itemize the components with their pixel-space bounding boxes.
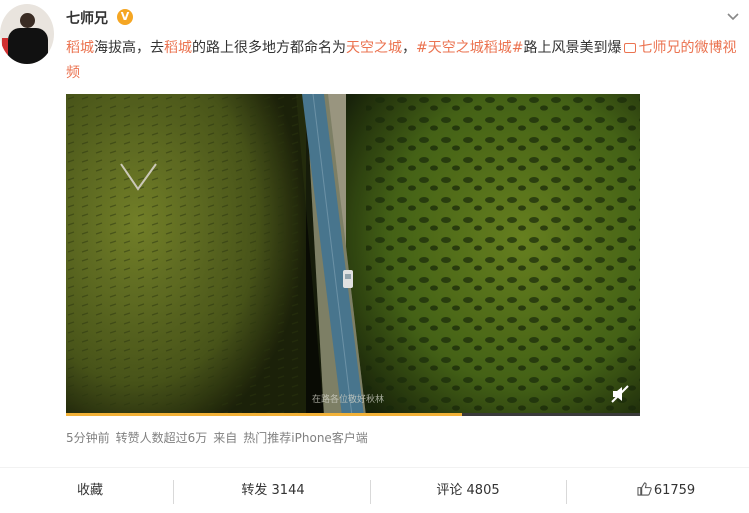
divider xyxy=(173,480,174,504)
video-player[interactable]: 在路各位敬好秋林 xyxy=(66,94,640,416)
thumbs-up-icon xyxy=(637,482,652,496)
progress-bar xyxy=(66,413,463,416)
like-count: 61759 xyxy=(653,483,696,498)
keyword-link[interactable]: 天空之城 xyxy=(346,40,402,56)
comment-button[interactable]: 评论 4805 xyxy=(378,478,558,504)
username[interactable]: 七师兄 xyxy=(66,8,108,28)
chevron-down-icon[interactable] xyxy=(725,8,741,24)
keyword-link[interactable]: 稻城 xyxy=(66,40,94,56)
post-text-segment: ， xyxy=(402,40,416,56)
mute-icon[interactable] xyxy=(610,384,630,404)
like-button[interactable]: 61759 xyxy=(576,478,749,504)
avatar-detail xyxy=(8,28,48,64)
aerial-road-scene xyxy=(66,94,640,416)
repost-label: 转发 3144 xyxy=(241,483,305,498)
post-meta: 5分钟前 转赞人数超过6万 来自 热门推荐iPhone客户端 xyxy=(66,429,374,446)
video-subtitle: 在路各位敬好秋林 xyxy=(312,395,385,405)
post-text-segment: 的路上很多地方都命名为 xyxy=(192,40,346,56)
divider xyxy=(370,480,371,504)
reposts-info: 转赞人数超过6万 xyxy=(115,431,208,445)
hashtag-link[interactable]: #天空之城稻城# xyxy=(416,40,523,56)
post-text-segment: 路上风景美到爆 xyxy=(523,40,622,56)
post-text-segment: 海拔高，去 xyxy=(94,40,164,56)
avatar[interactable] xyxy=(0,4,54,64)
avatar-detail xyxy=(20,13,35,28)
verified-badge-icon: V xyxy=(117,9,133,25)
comment-label: 评论 4805 xyxy=(436,483,500,498)
post-time[interactable]: 5分钟前 xyxy=(66,431,110,445)
source-prefix: 来自 xyxy=(213,431,238,445)
post-text: 稻城海拔高，去稻城的路上很多地方都命名为天空之城，#天空之城稻城#路上风景美到爆… xyxy=(66,36,746,86)
favorite-button[interactable]: 收藏 xyxy=(0,478,180,504)
keyword-link[interactable]: 稻城 xyxy=(164,40,192,56)
divider xyxy=(566,480,567,504)
video-icon xyxy=(624,43,637,53)
favorite-label: 收藏 xyxy=(76,483,103,498)
action-bar: 收藏 转发 3144 评论 4805 61759 xyxy=(0,467,749,513)
source-link[interactable]: 热门推荐iPhone客户端 xyxy=(243,431,368,445)
repost-button[interactable]: 转发 3144 xyxy=(183,478,363,504)
